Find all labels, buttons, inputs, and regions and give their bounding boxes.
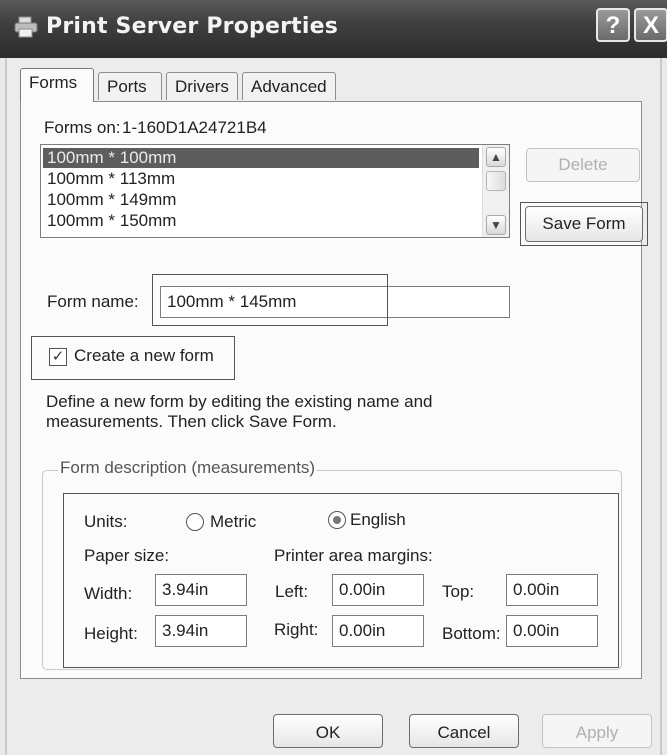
tab-drivers-label: Drivers bbox=[175, 77, 229, 96]
title-bar: Print Server Properties ? X bbox=[0, 0, 667, 58]
delete-button[interactable]: Delete bbox=[526, 148, 640, 182]
list-item[interactable]: 100mm * 113mm bbox=[43, 169, 479, 189]
window-title: Print Server Properties bbox=[46, 14, 339, 39]
help-button[interactable]: ? bbox=[596, 8, 630, 42]
radio-selected-dot bbox=[333, 516, 341, 524]
english-label: English bbox=[350, 510, 406, 529]
scroll-up-icon[interactable]: ▲ bbox=[486, 147, 506, 167]
tab-forms-label: Forms bbox=[29, 73, 78, 92]
left-margin-input[interactable]: 0.00in bbox=[332, 574, 424, 606]
print-server-properties-window: Print Server Properties ? X Forms Ports … bbox=[0, 0, 667, 755]
form-name-highlight bbox=[152, 274, 388, 326]
scroll-down-icon[interactable]: ▼ bbox=[486, 215, 506, 235]
close-button[interactable]: X bbox=[634, 8, 667, 42]
printer-icon bbox=[14, 16, 38, 38]
english-radio[interactable] bbox=[328, 511, 346, 529]
group-title: Form description (measurements) bbox=[58, 458, 318, 478]
tab-advanced[interactable]: Advanced bbox=[242, 72, 336, 100]
list-item[interactable]: 100mm * 100mm bbox=[43, 148, 479, 168]
create-new-form-label: Create a new form bbox=[74, 346, 214, 365]
width-input[interactable]: 3.94in bbox=[155, 574, 247, 606]
bottom-margin-input[interactable]: 0.00in bbox=[506, 615, 598, 647]
scroll-thumb[interactable] bbox=[486, 171, 506, 191]
right-margin-label: Right: bbox=[274, 620, 319, 639]
create-new-form-checkbox[interactable]: ✓ bbox=[49, 348, 67, 366]
ok-button[interactable]: OK bbox=[273, 714, 383, 748]
units-label: Units: bbox=[84, 512, 128, 531]
metric-label: Metric bbox=[210, 512, 257, 531]
top-margin-input[interactable]: 0.00in bbox=[506, 574, 598, 606]
forms-on-label: Forms on: bbox=[44, 118, 121, 137]
paper-size-label: Paper size: bbox=[84, 546, 170, 565]
help-icon: ? bbox=[605, 12, 621, 39]
width-label: Width: bbox=[84, 584, 133, 603]
height-input[interactable]: 3.94in bbox=[155, 615, 247, 647]
printer-margins-label: Printer area margins: bbox=[274, 546, 433, 565]
cancel-button[interactable]: Cancel bbox=[409, 714, 519, 748]
form-name-label: Form name: bbox=[47, 292, 139, 311]
apply-button[interactable]: Apply bbox=[542, 714, 652, 748]
tab-ports[interactable]: Ports bbox=[98, 72, 162, 100]
close-icon: X bbox=[642, 12, 659, 39]
forms-list-scrollbar[interactable]: ▲ ▼ bbox=[482, 145, 509, 237]
list-item[interactable]: 100mm * 149mm bbox=[43, 190, 479, 210]
forms-on-server: 1-160D1A24721B4 bbox=[122, 118, 267, 137]
tab-forms[interactable]: Forms bbox=[20, 68, 94, 102]
tab-ports-label: Ports bbox=[107, 77, 147, 96]
left-margin-label: Left: bbox=[275, 582, 309, 601]
bottom-margin-label: Bottom: bbox=[442, 624, 501, 643]
forms-listbox[interactable]: 100mm * 100mm 100mm * 113mm 100mm * 149m… bbox=[40, 144, 510, 238]
tab-drivers[interactable]: Drivers bbox=[166, 72, 238, 100]
save-form-button[interactable]: Save Form bbox=[525, 206, 643, 242]
height-label: Height: bbox=[84, 624, 138, 643]
instructions-text: Define a new form by editing the existin… bbox=[46, 392, 433, 431]
right-margin-input[interactable]: 0.00in bbox=[332, 615, 424, 647]
list-item[interactable]: 100mm * 150mm bbox=[43, 211, 479, 231]
top-margin-label: Top: bbox=[442, 582, 475, 601]
tab-advanced-label: Advanced bbox=[251, 77, 327, 96]
metric-radio[interactable] bbox=[186, 513, 204, 531]
